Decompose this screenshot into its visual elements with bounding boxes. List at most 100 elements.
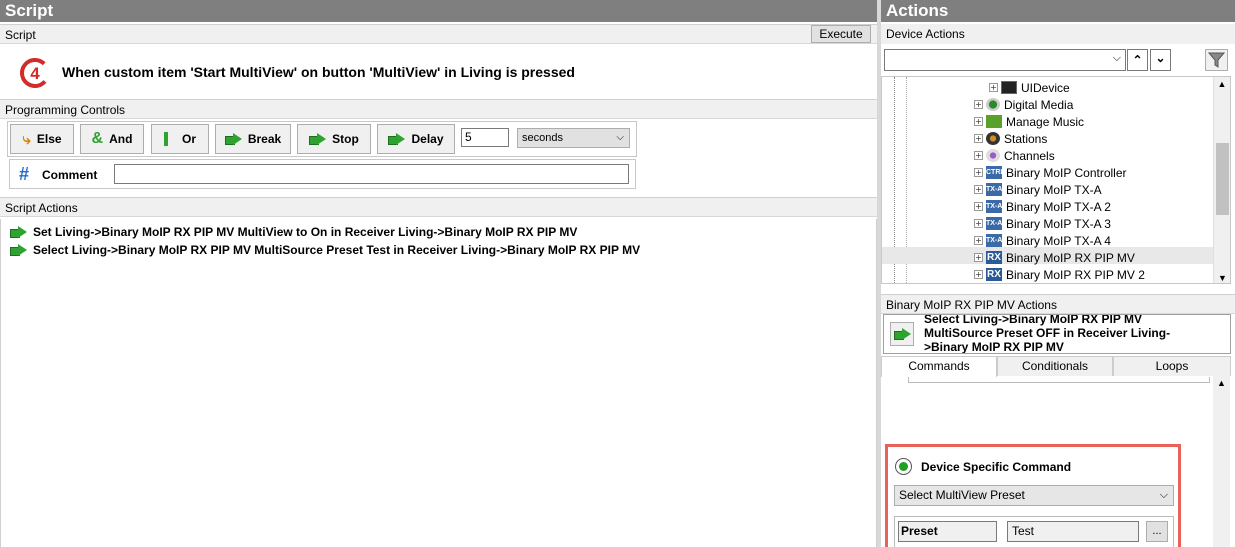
script-section-label: Script xyxy=(5,28,36,42)
filter-button[interactable] xyxy=(1205,49,1228,71)
expand-icon[interactable]: + xyxy=(974,185,983,194)
expand-icon[interactable]: + xyxy=(974,219,983,228)
tree-item[interactable]: + RX Binary MoIP RX PIP MV xyxy=(974,249,1135,266)
uidevice-icon xyxy=(1001,81,1017,94)
tree-item[interactable]: + TX-A Binary MoIP TX-A 3 xyxy=(974,215,1111,232)
expand-icon[interactable]: + xyxy=(974,236,983,245)
param-value-input[interactable]: Test xyxy=(1007,521,1139,542)
tab-conditionals[interactable]: Conditionals xyxy=(997,356,1113,376)
else-icon: ⤷ xyxy=(22,130,31,148)
tree-item[interactable]: + TX-A Binary MoIP TX-A 4 xyxy=(974,232,1111,249)
else-button[interactable]: ⤷ Else xyxy=(10,124,74,154)
delay-arrow-icon xyxy=(388,132,406,146)
browse-button[interactable]: ... xyxy=(1146,521,1168,542)
tree-item-label: Stations xyxy=(1004,131,1048,146)
tree-item[interactable]: + CTRL Binary MoIP Controller xyxy=(974,164,1127,181)
tree-item[interactable]: + RX Binary MoIP RX PIP MV 2 xyxy=(974,266,1145,283)
tree-item[interactable]: + UIDevice xyxy=(989,79,1070,96)
chevron-up-icon: ⌃ xyxy=(1132,53,1143,67)
and-label: And xyxy=(109,132,133,146)
param-name-cell: Preset xyxy=(898,521,997,542)
move-up-button[interactable]: ⌃ xyxy=(1127,49,1148,71)
tree-item-label: Digital Media xyxy=(1004,97,1074,112)
add-action-button[interactable] xyxy=(890,322,914,346)
or-button[interactable]: Or xyxy=(151,124,209,154)
and-button[interactable]: & And xyxy=(80,124,144,154)
tree-item[interactable]: + TX-A Binary MoIP TX-A xyxy=(974,181,1102,198)
trigger-description: When custom item 'Start MultiView' on bu… xyxy=(62,64,575,80)
comment-label: Comment xyxy=(42,168,98,182)
expand-icon[interactable]: + xyxy=(989,83,998,92)
scroll-thumb[interactable] xyxy=(1216,143,1229,215)
stop-button[interactable]: Stop xyxy=(297,124,371,154)
expand-icon[interactable]: + xyxy=(974,134,983,143)
scroll-up-icon[interactable]: ▲ xyxy=(1214,77,1230,91)
digital-media-icon xyxy=(986,98,1000,111)
control4-logo-icon: 4 xyxy=(17,55,53,91)
chevron-down-icon: ⌵ xyxy=(616,132,624,143)
current-action-text: Select Living->Binary MoIP RX PIP MV Mul… xyxy=(924,314,1171,354)
command-select-value: Select MultiView Preset xyxy=(899,488,1025,502)
tree-item[interactable]: + TX-A Binary MoIP TX-A 2 xyxy=(974,198,1111,215)
music-icon xyxy=(986,115,1002,128)
tree-item[interactable]: + Manage Music xyxy=(974,113,1084,130)
expand-icon[interactable]: + xyxy=(974,151,983,160)
command-select[interactable]: Select MultiView Preset ⌵ xyxy=(894,485,1174,506)
expand-icon[interactable]: + xyxy=(974,202,983,211)
stations-icon xyxy=(986,132,1000,145)
script-action-text: Set Living->Binary MoIP RX PIP MV MultiV… xyxy=(33,225,578,239)
or-label: Or xyxy=(181,132,196,146)
commands-list-edge xyxy=(908,377,1210,383)
delay-button[interactable]: Delay xyxy=(377,124,455,154)
scroll-up-icon[interactable]: ▲ xyxy=(1213,376,1230,390)
script-panel-title: Script xyxy=(0,0,877,22)
programming-controls-header: Programming Controls xyxy=(0,99,877,119)
script-action-item[interactable]: Select Living->Binary MoIP RX PIP MV Mul… xyxy=(10,243,640,257)
device-search-combo[interactable]: ⌵ xyxy=(884,49,1126,71)
tree-item-label: UIDevice xyxy=(1021,80,1070,95)
expand-icon[interactable]: + xyxy=(974,253,983,262)
svg-text:4: 4 xyxy=(30,64,40,83)
comment-input[interactable] xyxy=(114,164,629,184)
device-actions-subtitle: Binary MoIP RX PIP MV Actions xyxy=(886,298,1057,312)
script-section-header: Script xyxy=(0,24,877,44)
tree-item[interactable]: + Stations xyxy=(974,130,1047,147)
tx-icon: TX-A xyxy=(986,200,1002,213)
rx-icon: RX xyxy=(986,251,1002,264)
script-actions-area xyxy=(0,219,877,547)
device-actions-label: Device Actions xyxy=(886,27,965,41)
tree-item-label: Binary MoIP TX-A 2 xyxy=(1006,199,1111,214)
move-down-button[interactable]: ⌄ xyxy=(1150,49,1171,71)
tree-item[interactable]: + Channels xyxy=(974,147,1055,164)
channels-icon xyxy=(986,149,1000,162)
delay-unit-value: seconds xyxy=(522,132,563,144)
tab-commands[interactable]: Commands xyxy=(881,356,997,377)
hash-icon: # xyxy=(19,164,30,184)
expand-icon[interactable]: + xyxy=(974,100,983,109)
delay-unit-select[interactable]: seconds ⌵ xyxy=(517,128,630,148)
current-action-box[interactable]: Select Living->Binary MoIP RX PIP MV Mul… xyxy=(883,314,1231,354)
expand-icon[interactable]: + xyxy=(974,168,983,177)
device-actions-subheader: Binary MoIP RX PIP MV Actions xyxy=(881,294,1235,314)
stop-label: Stop xyxy=(332,132,359,146)
commands-scrollbar[interactable]: ▲ xyxy=(1213,376,1230,547)
tree-item-label: Channels xyxy=(1004,148,1055,163)
execute-button[interactable]: Execute xyxy=(811,25,871,43)
tree-item[interactable]: + Digital Media xyxy=(974,96,1073,113)
tab-loops[interactable]: Loops xyxy=(1113,356,1231,376)
tree-scrollbar[interactable]: ▲ ▼ xyxy=(1213,77,1230,283)
scroll-down-icon[interactable]: ▼ xyxy=(1214,271,1230,283)
delay-value-input[interactable]: 5 xyxy=(461,128,509,147)
filter-icon xyxy=(1207,52,1226,68)
device-actions-header: Device Actions xyxy=(881,24,1235,44)
expand-icon[interactable]: + xyxy=(974,270,983,279)
tree-item-label: Binary MoIP Controller xyxy=(1006,165,1127,180)
expand-icon[interactable]: + xyxy=(974,117,983,126)
script-actions-label: Script Actions xyxy=(5,201,78,215)
radio-selected-icon xyxy=(899,462,908,471)
script-action-item[interactable]: Set Living->Binary MoIP RX PIP MV MultiV… xyxy=(10,225,577,239)
break-button[interactable]: Break xyxy=(215,124,291,154)
device-command-radio[interactable] xyxy=(895,458,912,475)
chevron-down-icon: ⌄ xyxy=(1155,51,1166,65)
green-arrow-icon xyxy=(10,243,27,257)
